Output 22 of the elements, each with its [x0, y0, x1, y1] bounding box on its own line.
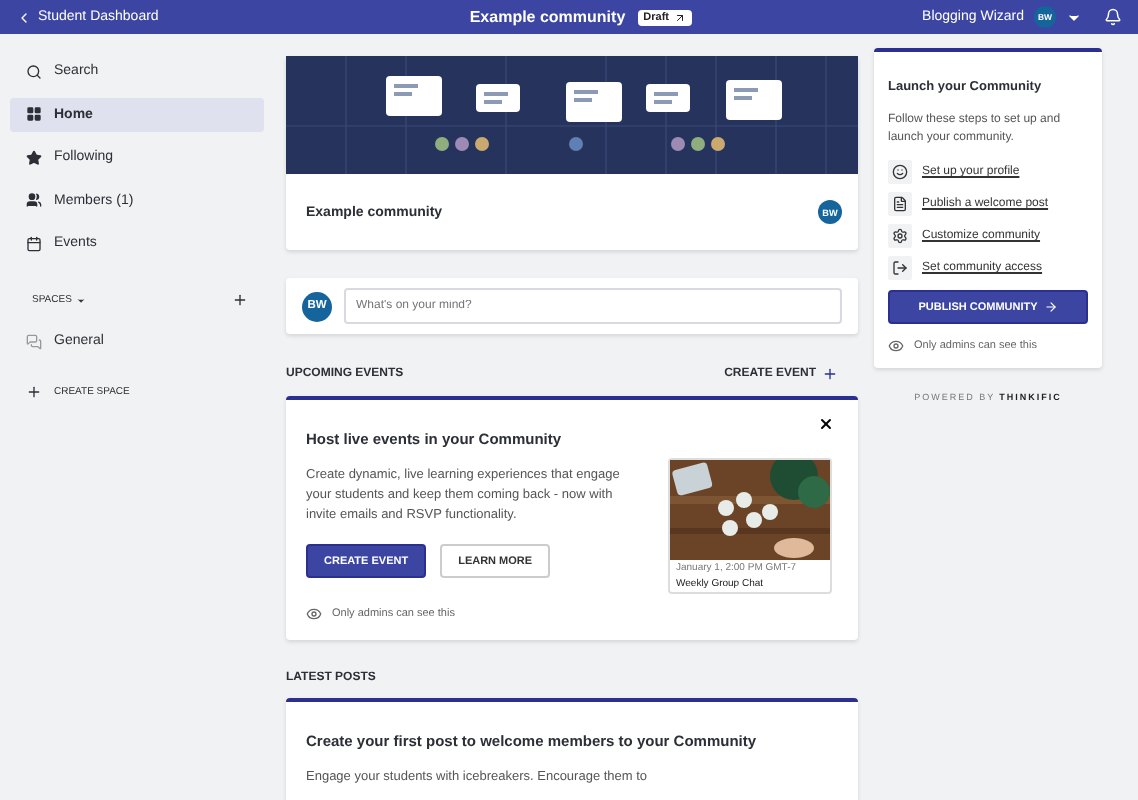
calendar-icon	[26, 235, 42, 251]
bell-icon[interactable]	[1104, 8, 1122, 26]
search-icon	[26, 63, 42, 79]
plus-icon	[822, 366, 838, 382]
caret-icon	[75, 295, 86, 305]
chevron-left-icon	[16, 9, 32, 25]
eye-icon	[306, 606, 322, 622]
plus-icon	[26, 383, 42, 399]
star-icon	[26, 149, 42, 165]
community-title: Example community	[469, 8, 626, 26]
eye-icon	[888, 338, 904, 354]
smiley-icon	[888, 160, 912, 184]
external-arrow-icon	[673, 11, 685, 23]
people-icon	[26, 192, 42, 208]
plus-icon[interactable]	[232, 292, 248, 308]
exit-icon	[888, 256, 912, 280]
chat-bubbles-icon	[26, 333, 42, 349]
arrow-right-icon	[1043, 300, 1058, 314]
gear-icon	[888, 224, 912, 248]
document-icon	[888, 192, 912, 216]
grid-icon	[26, 106, 42, 122]
close-button[interactable]	[818, 416, 834, 432]
